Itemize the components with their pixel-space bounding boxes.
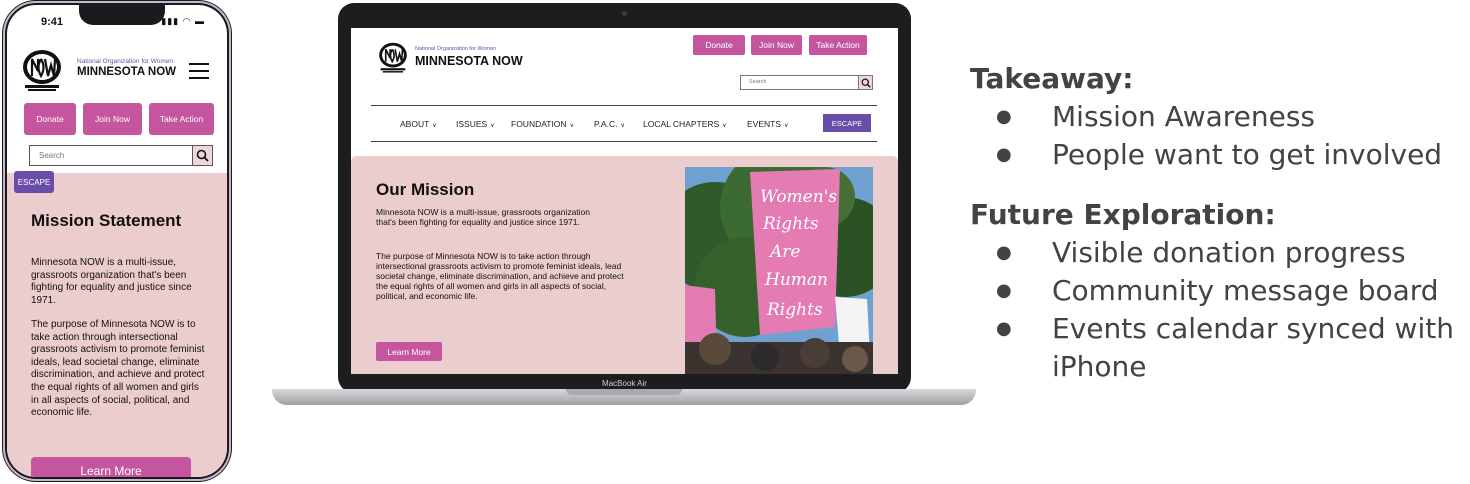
nav-label: LOCAL CHAPTERS	[643, 119, 720, 129]
mission-heading: Mission Statement	[31, 211, 182, 230]
search-button[interactable]	[192, 145, 213, 166]
laptop-screen: National Organization for Women MINNESOT…	[351, 28, 898, 374]
search-placeholder: Search	[749, 79, 767, 85]
camera-icon	[622, 11, 627, 16]
search-icon	[196, 149, 209, 162]
wifi-icon: ◠	[182, 16, 192, 26]
protest-photo: Women's Rights Are Human Rights	[685, 167, 873, 374]
list-item: Visible donation progress	[970, 234, 1465, 272]
join-now-button[interactable]: Join Now	[751, 35, 802, 55]
now-logo	[379, 42, 407, 73]
sign-text-line: Human	[764, 270, 828, 290]
take-action-button[interactable]: Take Action	[149, 103, 214, 135]
mission-intro: Minnesota NOW is a multi-issue, grassroo…	[376, 207, 590, 227]
chevron-down-icon: ∨	[784, 123, 789, 129]
main-nav: ABOUT ∨ ISSUES ∨ FOUNDATION ∨ P.A.C. ∨ LOCAL…	[371, 105, 877, 142]
list-item: People want to get involved	[970, 136, 1465, 174]
status-time: 9:41	[41, 16, 64, 28]
list-item: Mission Awareness	[970, 98, 1465, 136]
list-item: Community message board	[970, 272, 1465, 310]
sign-text-line: Rights	[762, 214, 819, 234]
donate-button[interactable]: Donate	[24, 103, 76, 135]
mission-intro: Minnesota NOW is a multi-issue, grassroo…	[31, 257, 192, 306]
mission-section: Mission Statement Minnesota NOW is a mul…	[7, 173, 227, 477]
laptop-device: National Organization for Women MINNESOT…	[338, 3, 911, 393]
nav-issues[interactable]: ISSUES ∨	[456, 119, 495, 129]
chevron-down-icon: ∨	[620, 123, 625, 129]
nav-label: EVENTS	[747, 119, 782, 129]
mission-purpose: The purpose of Minnesota NOW is to take …	[376, 251, 624, 301]
phone-device: 9:41 ▮▮▮ ◠ ▬ National Organization for W…	[2, 0, 232, 482]
take-action-button[interactable]: Take Action	[809, 35, 867, 55]
mockup-stage: 9:41 ▮▮▮ ◠ ▬ National Organization for W…	[0, 0, 1470, 484]
status-icons: ▮▮▮ ◠ ▬	[161, 16, 205, 27]
chevron-down-icon: ∨	[490, 123, 495, 129]
chevron-down-icon: ∨	[432, 123, 437, 129]
nav-label: ABOUT	[400, 119, 430, 129]
learn-more-button[interactable]: Learn More	[376, 342, 442, 361]
takeaway-list: Mission Awareness People want to get inv…	[970, 98, 1465, 174]
laptop-hinge-notch	[566, 389, 682, 395]
signal-icon: ▮▮▮	[161, 16, 180, 26]
nav-label: ISSUES	[456, 119, 488, 129]
escape-button[interactable]: ESCAPE	[823, 114, 871, 132]
phone-screen: 9:41 ▮▮▮ ◠ ▬ National Organization for W…	[7, 5, 227, 477]
battery-icon: ▬	[195, 16, 205, 26]
now-logo	[23, 50, 61, 91]
org-title: MINNESOTA NOW	[415, 54, 523, 68]
nav-about[interactable]: ABOUT ∨	[400, 119, 437, 129]
mission-section: Our Mission Minnesota NOW is a multi-iss…	[351, 156, 898, 374]
takeaway-title: Takeaway:	[970, 62, 1134, 95]
donate-button[interactable]: Donate	[693, 35, 745, 55]
learn-more-button[interactable]: Learn More	[31, 457, 191, 477]
search-button[interactable]	[858, 75, 873, 90]
mission-heading: Our Mission	[376, 180, 475, 199]
chevron-down-icon: ∨	[722, 123, 727, 129]
org-subtitle: National Organization for Women	[415, 46, 497, 52]
list-item: Events calendar synced with iPhone	[970, 310, 1465, 386]
nav-local-chapters[interactable]: LOCAL CHAPTERS ∨	[643, 119, 727, 129]
future-exploration-title: Future Exploration:	[970, 198, 1276, 231]
hamburger-menu-icon[interactable]	[189, 63, 209, 79]
mission-purpose: The purpose of Minnesota NOW is to take …	[31, 319, 205, 419]
sign-text-line: Rights	[766, 300, 823, 320]
escape-button[interactable]: ESCAPE	[14, 171, 54, 193]
laptop-base	[272, 389, 976, 405]
nav-events[interactable]: EVENTS ∨	[747, 119, 788, 129]
nav-label: P.A.C.	[594, 119, 618, 129]
org-subtitle: National Organization for Women	[77, 58, 173, 65]
chevron-down-icon: ∨	[569, 123, 574, 129]
phone-notch	[79, 5, 165, 25]
org-title: MINNESOTA NOW	[77, 66, 177, 78]
nav-foundation[interactable]: FOUNDATION ∨	[511, 119, 574, 129]
future-exploration-list: Visible donation progress Community mess…	[970, 234, 1465, 386]
search-icon	[861, 78, 871, 88]
search-input[interactable]: Search	[29, 145, 213, 166]
nav-pac[interactable]: P.A.C. ∨	[594, 119, 625, 129]
search-input[interactable]: Search	[740, 75, 873, 90]
nav-label: FOUNDATION	[511, 119, 567, 129]
sign-text-line: Women's	[760, 187, 837, 207]
search-placeholder: Search	[39, 151, 65, 160]
notes-panel: Takeaway: Mission Awareness People want …	[970, 60, 1465, 386]
sign-text-line: Are	[768, 242, 800, 262]
join-now-button[interactable]: Join Now	[83, 103, 142, 135]
